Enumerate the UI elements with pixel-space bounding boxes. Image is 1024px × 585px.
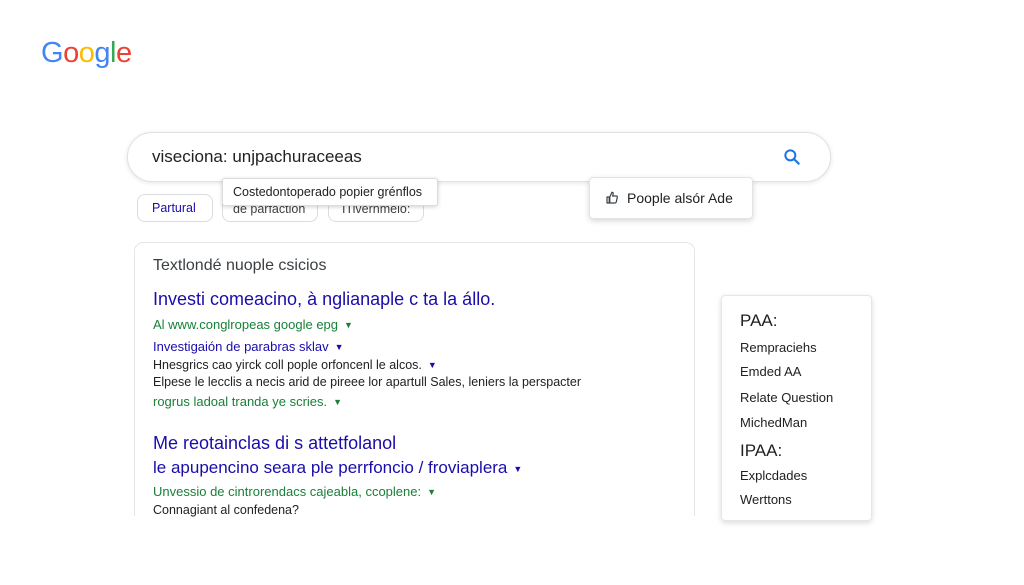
logo-letter: o — [63, 37, 79, 69]
filter-chip[interactable]: Partural — [137, 194, 213, 222]
panel-item[interactable]: Rempraciehs — [740, 340, 817, 355]
chevron-down-icon[interactable]: ▼ — [344, 320, 353, 330]
result-url[interactable]: Unvessio de cintrorendacs cajeabla, ccop… — [153, 484, 436, 499]
result-sublink[interactable]: Investigaión de parabras sklav ▼ — [153, 339, 344, 354]
people-also-ask-label: Poople alsór Ade — [627, 190, 733, 206]
result-title-link[interactable]: le apupencino seara ple perrfoncio / fro… — [153, 458, 522, 478]
result-title-link[interactable]: Me reotainclas di s attetfolanol — [153, 433, 396, 454]
logo-letter: e — [115, 37, 132, 69]
thumb-up-icon — [606, 191, 618, 204]
chevron-down-icon[interactable]: ▼ — [333, 397, 342, 407]
panel-item[interactable]: Werttons — [740, 492, 792, 507]
result-snippet: Connagiant al confedena? — [153, 503, 299, 517]
people-also-ask-panel: PAA: Rempraciehs Emded AA Relate Questio… — [721, 295, 872, 521]
logo-letter: o — [78, 37, 95, 69]
chevron-down-icon[interactable]: ▼ — [513, 464, 522, 474]
result-snippet: Elpese le lecclis a necis arid de pireee… — [153, 375, 581, 389]
panel-item[interactable]: Explcdades — [740, 468, 807, 483]
panel-heading: IPAA: — [740, 441, 783, 460]
google-logo[interactable]: Google — [41, 37, 132, 70]
result-title-text: le apupencino seara ple perrfoncio / fro… — [153, 458, 508, 477]
result-url[interactable]: Al www.conglropeas google epg ▼ — [153, 317, 353, 332]
panel-item[interactable]: Relate Question — [740, 390, 833, 405]
result-url-text: Unvessio de cintrorendacs cajeabla, ccop… — [153, 484, 422, 499]
search-input[interactable] — [152, 147, 752, 167]
result-title-link[interactable]: Investi comeacino, à nglianaple c ta la … — [153, 289, 495, 310]
card-fade — [130, 516, 700, 556]
results-heading: Textlondé nuople csicios — [153, 257, 327, 274]
result-snippet: Hnesgrics cao yirck coll pople orfoncenl… — [153, 358, 437, 372]
logo-letter: g — [94, 37, 110, 69]
panel-item[interactable]: Emded AA — [740, 364, 801, 379]
result-url-text: rogrus ladoal tranda ye scries. — [153, 394, 328, 409]
search-results-page: Google Partural de parfaction ITivernmel… — [0, 0, 1024, 585]
search-icon[interactable] — [782, 147, 802, 167]
chevron-down-icon[interactable]: ▼ — [427, 487, 436, 497]
result-url[interactable]: rogrus ladoal tranda ye scries. ▼ — [153, 394, 342, 409]
tooltip: Costedontoperado popier grénflos — [222, 178, 438, 206]
chevron-down-icon[interactable]: ▼ — [428, 360, 437, 370]
result-sublink-text: Investigaión de parabras sklav — [153, 339, 329, 354]
logo-letter: G — [41, 37, 64, 69]
search-bar[interactable] — [127, 132, 831, 182]
chevron-down-icon[interactable]: ▼ — [335, 342, 344, 352]
result-url-text: Al www.conglropeas google epg — [153, 317, 339, 332]
panel-item[interactable]: MichedMan — [740, 415, 807, 430]
people-also-ask-button[interactable]: Poople alsór Ade — [589, 177, 753, 219]
result-snippet-text: Hnesgrics cao yirck coll pople orfoncenl… — [153, 358, 422, 372]
panel-heading: PAA: — [740, 311, 778, 330]
